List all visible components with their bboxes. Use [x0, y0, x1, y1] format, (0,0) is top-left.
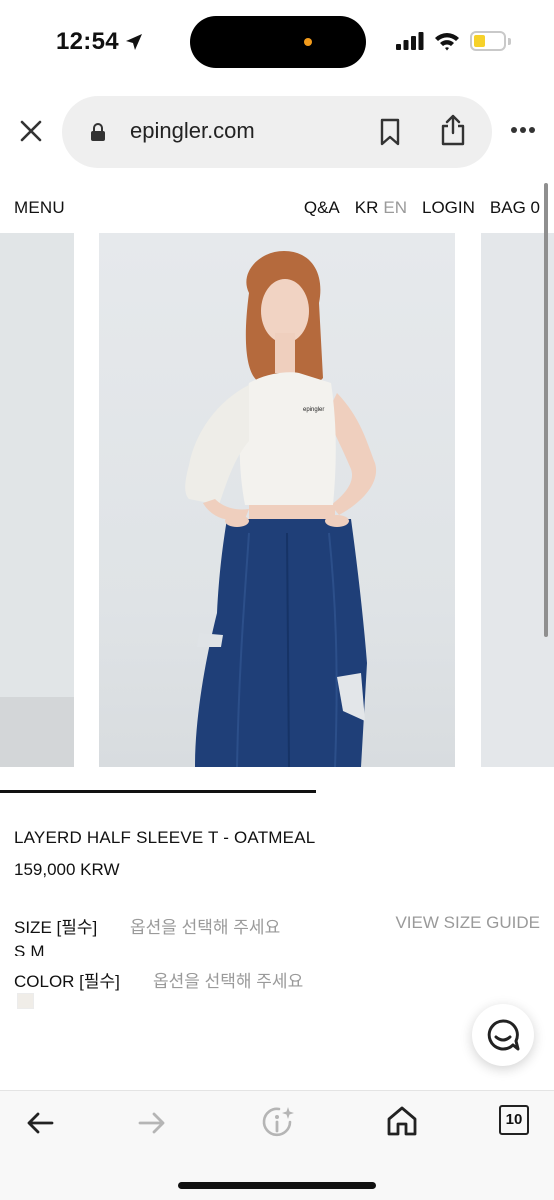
cellular-signal-icon [396, 32, 424, 50]
lang-en-link[interactable]: EN [383, 198, 407, 218]
carousel-progress-fill [0, 790, 316, 793]
more-icon[interactable] [510, 126, 536, 134]
current-product-image[interactable]: epingler [99, 233, 455, 767]
menu-link[interactable]: MENU [14, 198, 65, 218]
browser-address-row: epingler.com [0, 84, 554, 180]
bag-link[interactable]: BAG 0 [490, 198, 540, 218]
battery-nub [508, 38, 511, 45]
chat-icon [487, 1019, 520, 1051]
battery-icon [470, 31, 506, 51]
page-scrollbar[interactable] [544, 183, 548, 637]
home-icon[interactable] [386, 1105, 418, 1137]
forward-arrow-icon[interactable] [138, 1111, 166, 1135]
model-illustration: epingler [185, 251, 377, 767]
close-icon[interactable] [16, 116, 46, 146]
status-bar: 12:54 [0, 0, 554, 84]
chat-button[interactable] [472, 1004, 534, 1066]
battery-level [474, 35, 485, 47]
size-label: SIZE [필수] [14, 918, 98, 937]
location-arrow-icon [126, 34, 142, 50]
size-option-s[interactable]: S [14, 942, 25, 956]
recording-dot-icon [304, 38, 312, 46]
wifi-icon [435, 33, 459, 51]
language-switch: KR EN [355, 198, 407, 218]
qa-link[interactable]: Q&A [304, 198, 340, 218]
color-swatch[interactable] [17, 993, 34, 1009]
url-text: epingler.com [130, 118, 255, 143]
size-select[interactable]: 옵션을 선택해 주세요 [130, 913, 280, 938]
header-links: Q&A KR EN LOGIN BAG 0 [304, 198, 540, 218]
product-image-carousel[interactable]: epingler [0, 233, 554, 767]
carousel-progress [0, 790, 554, 793]
lock-icon [91, 123, 105, 141]
shirt-print: epingler [303, 407, 324, 413]
color-select[interactable]: 옵션을 선택해 주세요 [153, 967, 303, 992]
size-options: S M [14, 942, 45, 956]
bookmark-icon[interactable] [378, 118, 402, 146]
previous-product-image[interactable] [0, 233, 74, 767]
lang-kr-link[interactable]: KR [355, 198, 379, 218]
image-floor [0, 697, 74, 767]
view-size-guide-link[interactable]: VIEW SIZE GUIDE [395, 913, 540, 933]
share-icon[interactable] [440, 114, 466, 146]
size-option-m[interactable]: M [30, 942, 44, 956]
login-link[interactable]: LOGIN [422, 198, 475, 218]
tabs-icon[interactable]: 10 [499, 1105, 529, 1135]
back-arrow-icon[interactable] [26, 1111, 54, 1135]
info-sparkle-icon[interactable] [260, 1105, 296, 1141]
status-time: 12:54 [56, 28, 119, 55]
product-price: 159,000 KRW [14, 860, 120, 879]
home-indicator[interactable] [178, 1182, 376, 1189]
site-header: MENU Q&A KR EN LOGIN BAG 0 [0, 180, 554, 232]
dynamic-island [190, 16, 366, 68]
product-name: LAYERD HALF SLEEVE T - OATMEAL [14, 828, 316, 847]
address-bar[interactable]: epingler.com [62, 96, 492, 168]
color-label: COLOR [필수] [14, 972, 120, 991]
